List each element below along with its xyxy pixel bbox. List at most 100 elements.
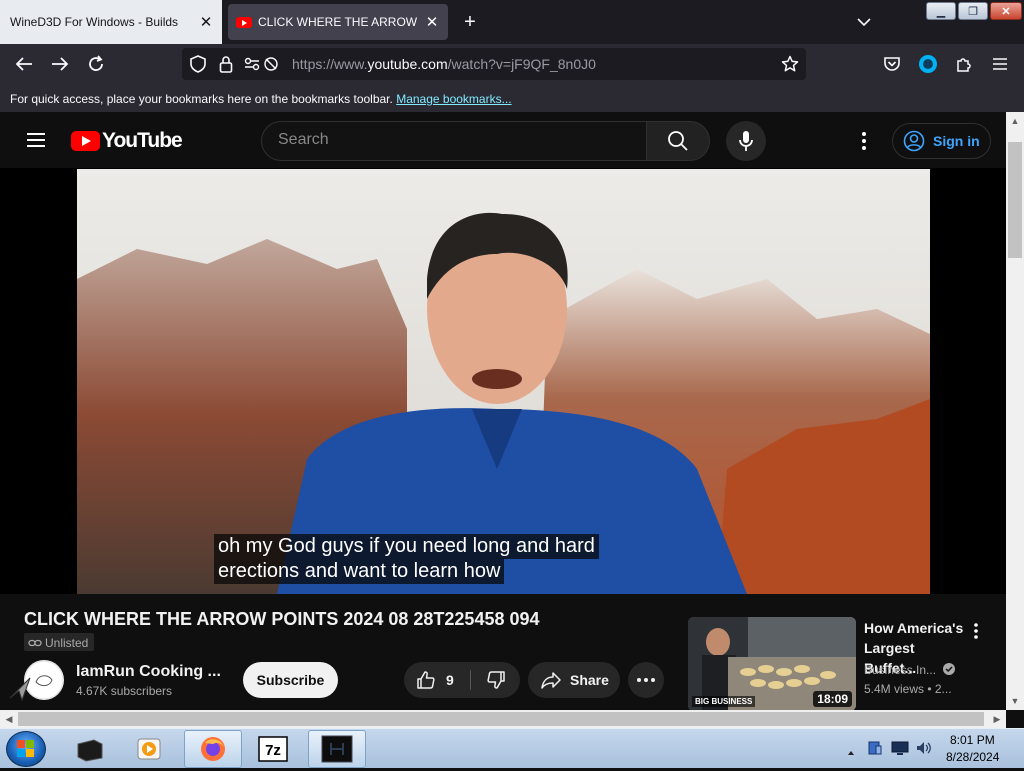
url-host: youtube.com (367, 56, 448, 72)
thumbs-up-icon (417, 671, 435, 689)
scroll-down-arrow-icon[interactable]: ▼ (1006, 692, 1024, 710)
dislike-button[interactable] (471, 662, 520, 698)
sign-in-button[interactable]: Sign in (892, 123, 991, 159)
network-tray-icon[interactable] (867, 740, 883, 761)
lock-icon[interactable] (214, 52, 238, 76)
subscribe-button[interactable]: Subscribe (243, 662, 338, 698)
url-path: /watch?v=jF9QF_8n0J0 (447, 56, 596, 72)
video-frame[interactable] (77, 169, 930, 594)
7zip-icon: 7z (258, 736, 288, 762)
taskbar-app-terminal[interactable] (60, 730, 118, 768)
display-tray-icon[interactable] (891, 740, 909, 761)
vertical-scrollbar[interactable]: ▲ ▼ (1006, 112, 1024, 710)
scrollbar-thumb[interactable] (18, 712, 984, 726)
scroll-up-arrow-icon[interactable]: ▲ (1006, 112, 1024, 130)
unlisted-label: Unlisted (45, 636, 89, 650)
related-video-channel[interactable]: Business In... (864, 663, 956, 677)
account-avatar-icon[interactable] (916, 52, 940, 76)
more-options-icon[interactable] (966, 620, 986, 642)
search-icon (668, 131, 688, 151)
video-title: CLICK WHERE THE ARROW POINTS 2024 08 28T… (24, 609, 540, 629)
more-actions-button[interactable] (628, 662, 664, 698)
back-arrow-icon[interactable] (12, 52, 36, 76)
tab-title: WineD3D For Windows - Builds (10, 15, 179, 29)
channel-name[interactable]: IamRun Cooking ... (76, 663, 221, 681)
new-tab-plus-icon[interactable]: + (458, 10, 482, 34)
taskbar-app-media-player[interactable] (120, 730, 178, 768)
close-icon[interactable]: ✕ (424, 14, 440, 31)
related-video-meta: 5.4M views • 2... (864, 682, 952, 696)
taskbar-app-window[interactable] (308, 730, 366, 768)
taskbar-app-7zip[interactable]: 7z (244, 730, 302, 768)
like-dislike-group: 9 (404, 662, 520, 698)
hamburger-menu-icon[interactable] (988, 52, 1012, 76)
thumbs-down-icon (486, 671, 505, 689)
unlisted-badge: Unlisted (24, 633, 95, 651)
volume-tray-icon[interactable] (915, 740, 933, 761)
browser-tab-strip: WineD3D For Windows - Builds ✕ CLICK WHE… (0, 0, 1024, 44)
svg-text:7z: 7z (265, 742, 281, 759)
share-button[interactable]: Share (528, 662, 620, 698)
verified-check-icon (943, 663, 956, 675)
extensions-puzzle-icon[interactable] (952, 52, 976, 76)
microphone-icon (739, 131, 753, 151)
clock-date[interactable]: 8/28/2024 (946, 750, 999, 764)
youtube-play-logo-icon (71, 131, 100, 151)
share-arrow-icon (541, 672, 561, 689)
windows-logo-icon (17, 740, 34, 757)
url-bar[interactable]: https://www.youtube.com/watch?v=jF9QF_8n… (182, 48, 806, 80)
permissions-icon[interactable] (242, 52, 282, 76)
tab-youtube-active[interactable]: CLICK WHERE THE ARROW POINTS 2024 08 28T… (228, 4, 448, 40)
link-icon (28, 639, 42, 647)
thumbnail-badge: BIG BUSINESS (692, 696, 756, 707)
media-player-icon (137, 738, 161, 760)
tab-title: CLICK WHERE THE ARROW POINTS 2024 08 28T… (258, 15, 418, 29)
bookmarks-message: For quick access, place your bookmarks h… (10, 92, 393, 106)
url-text[interactable]: https://www.youtube.com/watch?v=jF9QF_8n… (292, 56, 596, 72)
cursor-arrow-icon (8, 676, 34, 709)
related-video-thumbnail[interactable]: BIG BUSINESS 18:09 (688, 617, 856, 711)
user-circle-icon (903, 130, 925, 152)
youtube-logo[interactable]: YouTube (71, 129, 183, 153)
window-minimize-button[interactable]: ▁ (926, 2, 956, 20)
windows-taskbar: 7z 8:01 PM 8/28/2024 (0, 728, 1024, 768)
taskbar-app-firefox[interactable] (184, 730, 242, 768)
forward-arrow-icon[interactable] (48, 52, 72, 76)
window-maximize-button[interactable]: ❐ (958, 2, 988, 20)
scrollbar-thumb[interactable] (1008, 142, 1022, 258)
youtube-header: YouTube Search Sign in (0, 112, 1006, 168)
hamburger-menu-icon[interactable] (24, 128, 48, 152)
share-label: Share (570, 672, 609, 688)
shield-icon[interactable] (186, 52, 210, 76)
sign-in-label: Sign in (933, 133, 980, 149)
clock-time[interactable]: 8:01 PM (950, 733, 995, 747)
video-player[interactable]: oh my God guys if you need long and hard… (0, 168, 1006, 594)
star-bookmark-icon[interactable] (778, 52, 802, 76)
voice-search-button[interactable] (726, 121, 766, 161)
url-prefix: https://www. (292, 56, 368, 72)
search-button[interactable] (646, 121, 710, 161)
dark-window-icon (321, 735, 353, 763)
firefox-icon (201, 737, 225, 761)
navigation-toolbar: https://www.youtube.com/watch?v=jF9QF_8n… (0, 44, 1024, 84)
close-icon[interactable]: ✕ (198, 14, 214, 31)
reload-icon[interactable] (84, 52, 108, 76)
bookmarks-toolbar: For quick access, place your bookmarks h… (0, 84, 1024, 112)
scroll-right-arrow-icon[interactable]: ▶ (988, 710, 1006, 728)
start-button[interactable] (6, 731, 46, 767)
scroll-left-arrow-icon[interactable]: ◀ (0, 710, 18, 728)
show-hidden-icons-arrow-icon[interactable] (847, 743, 855, 761)
black-box-app-icon (77, 739, 103, 762)
chevron-down-icon[interactable] (852, 12, 876, 32)
pocket-icon[interactable] (880, 52, 904, 76)
horizontal-scrollbar[interactable]: ◀ ▶ (0, 710, 1006, 728)
video-scene (77, 169, 930, 594)
window-close-button[interactable]: ✕ (990, 2, 1022, 20)
tab-winedd3d[interactable]: WineD3D For Windows - Builds ✕ (0, 0, 222, 44)
caption-line: erections and want to learn how (214, 559, 505, 584)
like-count: 9 (446, 672, 454, 688)
manage-bookmarks-link[interactable]: Manage bookmarks... (396, 92, 511, 106)
like-button[interactable]: 9 (404, 662, 470, 698)
more-options-icon[interactable] (852, 129, 876, 153)
search-input[interactable]: Search (261, 121, 647, 161)
